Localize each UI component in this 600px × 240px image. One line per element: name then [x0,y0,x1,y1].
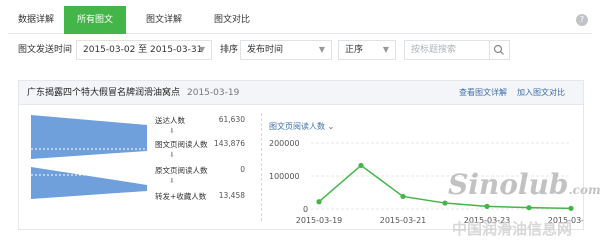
tab-article-compare[interactable]: 图文对比 [202,6,262,34]
data-point [526,205,532,211]
reads-line-chart: 20000010000002015-03-19 2015-03-21 2015-03… [269,139,583,225]
watermark-cn: 中国润滑油信息网 [452,220,573,238]
date-range-value: 2015-03-02 至 2015-03-31 [83,45,203,55]
search-placeholder: 按标题搜索 [411,45,457,55]
watermark-text: Sinolub [448,168,569,201]
sort-by-select[interactable]: 发布时间 ▼ [240,40,332,60]
sort-label: 排序 [220,45,239,55]
chevron-down-icon: ▼ [382,45,389,54]
search-button[interactable] [490,40,510,60]
search-input[interactable]: 按标题搜索 [404,40,490,60]
y-tick-label: 200000 [269,139,300,148]
article-panel: 广东揭露四个特大假冒名牌润滑油窝点 2015-03-19 查看图文详解 加入图文… [18,80,584,230]
tab-data-detail[interactable]: 数据详解 [8,6,64,34]
x-tick-label: 2015-03-19 [296,216,343,225]
tab-all-articles[interactable]: 所有图文 [64,6,126,34]
send-time-label: 图文发送时间 [18,45,73,55]
data-point [568,205,574,211]
data-point [442,200,448,206]
chevron-down-icon: ▼ [198,45,205,54]
date-range-select[interactable]: 2015-03-02 至 2015-03-31 ▼ [76,40,212,60]
y-tick-label: 100000 [269,172,300,181]
sort-by-value: 发布时间 [247,45,284,55]
sinolub-watermark: Sinolub.com [448,168,600,201]
chevron-down-icon: ▼ [318,45,325,54]
search-icon [493,44,504,55]
order-value: 正序 [345,45,364,55]
y-tick-label: 0 [303,205,308,214]
data-point [358,162,364,169]
tab-bar: 数据详解 所有图文 图文详解 图文对比 ? [8,6,592,34]
data-point [484,203,490,209]
data-point [400,193,406,200]
tab-article-detail[interactable]: 图文详解 [134,6,194,34]
data-point [316,199,322,205]
x-tick-label: 2015-03-21 [380,216,427,225]
order-select[interactable]: 正序 ▼ [338,40,396,60]
help-icon[interactable]: ? [576,14,588,26]
filter-bar: 图文发送时间 2015-03-02 至 2015-03-31 ▼ 排序 发布时间… [8,36,592,64]
watermark-suffix: .com [568,183,600,197]
